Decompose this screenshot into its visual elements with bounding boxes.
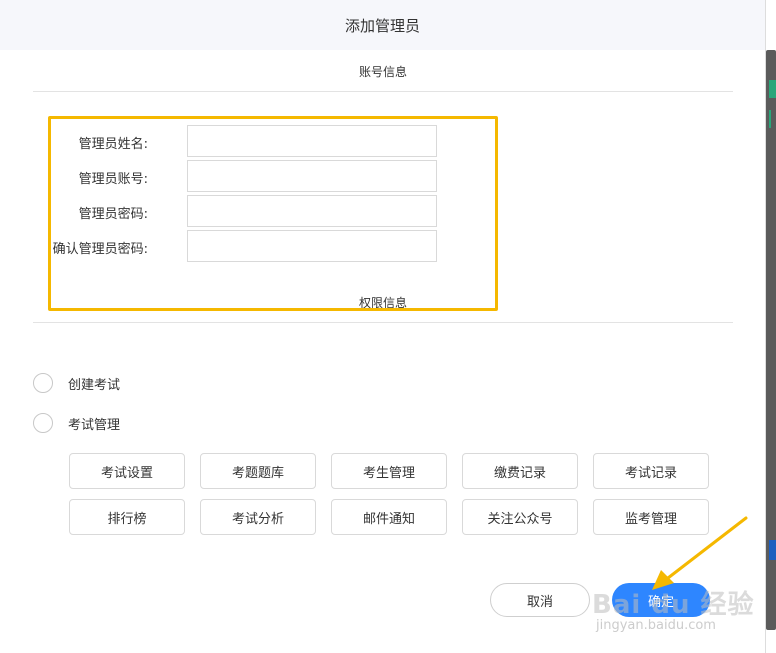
admin-password-label: 管理员密码: [78,207,148,222]
admin-password-row: 管理员密码: [0,195,460,227]
dialog-title: 添加管理员 [344,16,420,35]
radio-exam-management[interactable]: 考试管理 [33,413,120,433]
background-green-tag [769,80,776,98]
cancel-button[interactable]: 取消 [490,583,590,617]
perm-leaderboard-button[interactable]: 排行榜 [69,499,185,535]
confirm-password-label: 确认管理员密码: [52,242,148,257]
admin-name-label: 管理员姓名: [78,137,148,152]
radio-label: 创建考试 [68,377,121,393]
account-section-title: 账号信息 [358,65,407,79]
background-blue-tag [769,540,776,560]
perm-candidate-management-button[interactable]: 考生管理 [331,453,447,489]
add-admin-dialog: 添加管理员 账号信息 管理员姓名: 管理员账号: 管理员密码: 确认管理员密码:… [0,0,766,653]
divider [33,91,733,92]
radio-circle[interactable] [33,373,53,393]
divider [33,322,733,323]
perm-follow-official-account-button[interactable]: 关注公众号 [462,499,578,535]
admin-name-row: 管理员姓名: [0,125,460,157]
radio-circle[interactable] [33,413,53,433]
perm-exam-records-button[interactable]: 考试记录 [593,453,709,489]
perm-email-notification-button[interactable]: 邮件通知 [331,499,447,535]
permission-section-title: 权限信息 [358,296,407,310]
perm-payment-records-button[interactable]: 缴费记录 [462,453,578,489]
perm-exam-analysis-button[interactable]: 考试分析 [200,499,316,535]
dialog-header: 添加管理员 [0,0,765,50]
confirm-password-input[interactable] [187,230,437,262]
background-app-strip [766,0,776,653]
radio-create-exam[interactable]: 创建考试 [33,373,120,393]
admin-account-label: 管理员账号: [78,172,148,187]
admin-password-input[interactable] [187,195,437,227]
confirm-password-row: 确认管理员密码: [0,230,460,262]
confirm-button[interactable]: 确定 [612,583,710,617]
perm-question-bank-button[interactable]: 考题题库 [200,453,316,489]
perm-exam-settings-button[interactable]: 考试设置 [69,453,185,489]
admin-name-input[interactable] [187,125,437,157]
perm-proctor-management-button[interactable]: 监考管理 [593,499,709,535]
admin-account-input[interactable] [187,160,437,192]
background-green-outline [769,110,776,128]
admin-account-row: 管理员账号: [0,160,460,192]
radio-label: 考试管理 [68,417,121,433]
